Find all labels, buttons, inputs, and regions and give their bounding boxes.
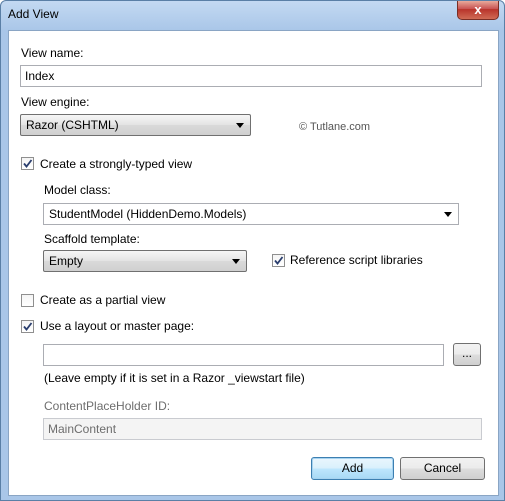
- scaffold-template-selected: Empty: [49, 254, 84, 268]
- view-name-input[interactable]: Index: [20, 65, 482, 87]
- strongly-typed-label: Create a strongly-typed view: [40, 157, 193, 171]
- title-bar: Add View x: [1, 1, 504, 29]
- browse-label: ...: [461, 346, 472, 360]
- close-icon: x: [474, 2, 482, 17]
- chevron-down-icon: [236, 123, 244, 128]
- view-engine-label: View engine:: [21, 95, 90, 109]
- view-name-label: View name:: [21, 46, 84, 60]
- view-engine-selected: Razor (CSHTML): [26, 118, 119, 132]
- scaffold-template-dropdown[interactable]: Empty: [43, 250, 247, 272]
- checkmark-icon: [274, 256, 284, 265]
- add-button[interactable]: Add: [311, 457, 394, 480]
- model-class-label: Model class:: [44, 183, 111, 197]
- browse-button[interactable]: ...: [453, 343, 481, 366]
- watermark-text: © Tutlane.com: [299, 121, 371, 133]
- layout-hint: (Leave empty if it is set in a Razor _vi…: [44, 371, 305, 385]
- layout-checkbox[interactable]: [21, 320, 34, 333]
- view-name-value: Index: [25, 69, 55, 83]
- checkmark-icon: [23, 159, 33, 168]
- partial-view-checkbox[interactable]: [21, 294, 34, 307]
- content-placeholder-value: MainContent: [48, 422, 117, 436]
- content-placeholder-label: ContentPlaceHolder ID:: [44, 399, 171, 413]
- window-title: Add View: [8, 7, 59, 21]
- view-engine-dropdown[interactable]: Razor (CSHTML): [20, 114, 251, 136]
- chevron-down-icon: [444, 212, 452, 217]
- chevron-down-icon: [232, 259, 240, 264]
- scaffold-template-label: Scaffold template:: [44, 232, 140, 246]
- layout-path-input[interactable]: [43, 344, 444, 366]
- model-class-combobox[interactable]: StudentModel (HiddenDemo.Models): [43, 203, 459, 225]
- partial-view-label: Create as a partial view: [40, 293, 166, 307]
- close-button[interactable]: x: [457, 1, 499, 20]
- dialog-content: View name: Index View engine: Razor (CSH…: [8, 30, 499, 496]
- reference-scripts-checkbox[interactable]: [272, 254, 285, 267]
- strongly-typed-checkbox[interactable]: [21, 157, 34, 170]
- checkmark-icon: [23, 322, 33, 331]
- add-view-dialog: Add View x View name: Index View engine:…: [0, 0, 505, 501]
- reference-scripts-label: Reference script libraries: [290, 253, 423, 267]
- cancel-button[interactable]: Cancel: [400, 457, 485, 480]
- model-class-selected: StudentModel (HiddenDemo.Models): [49, 207, 247, 221]
- cancel-button-label: Cancel: [423, 461, 462, 475]
- layout-label: Use a layout or master page:: [40, 319, 195, 333]
- add-button-label: Add: [341, 461, 364, 475]
- content-placeholder-input[interactable]: MainContent: [43, 418, 482, 440]
